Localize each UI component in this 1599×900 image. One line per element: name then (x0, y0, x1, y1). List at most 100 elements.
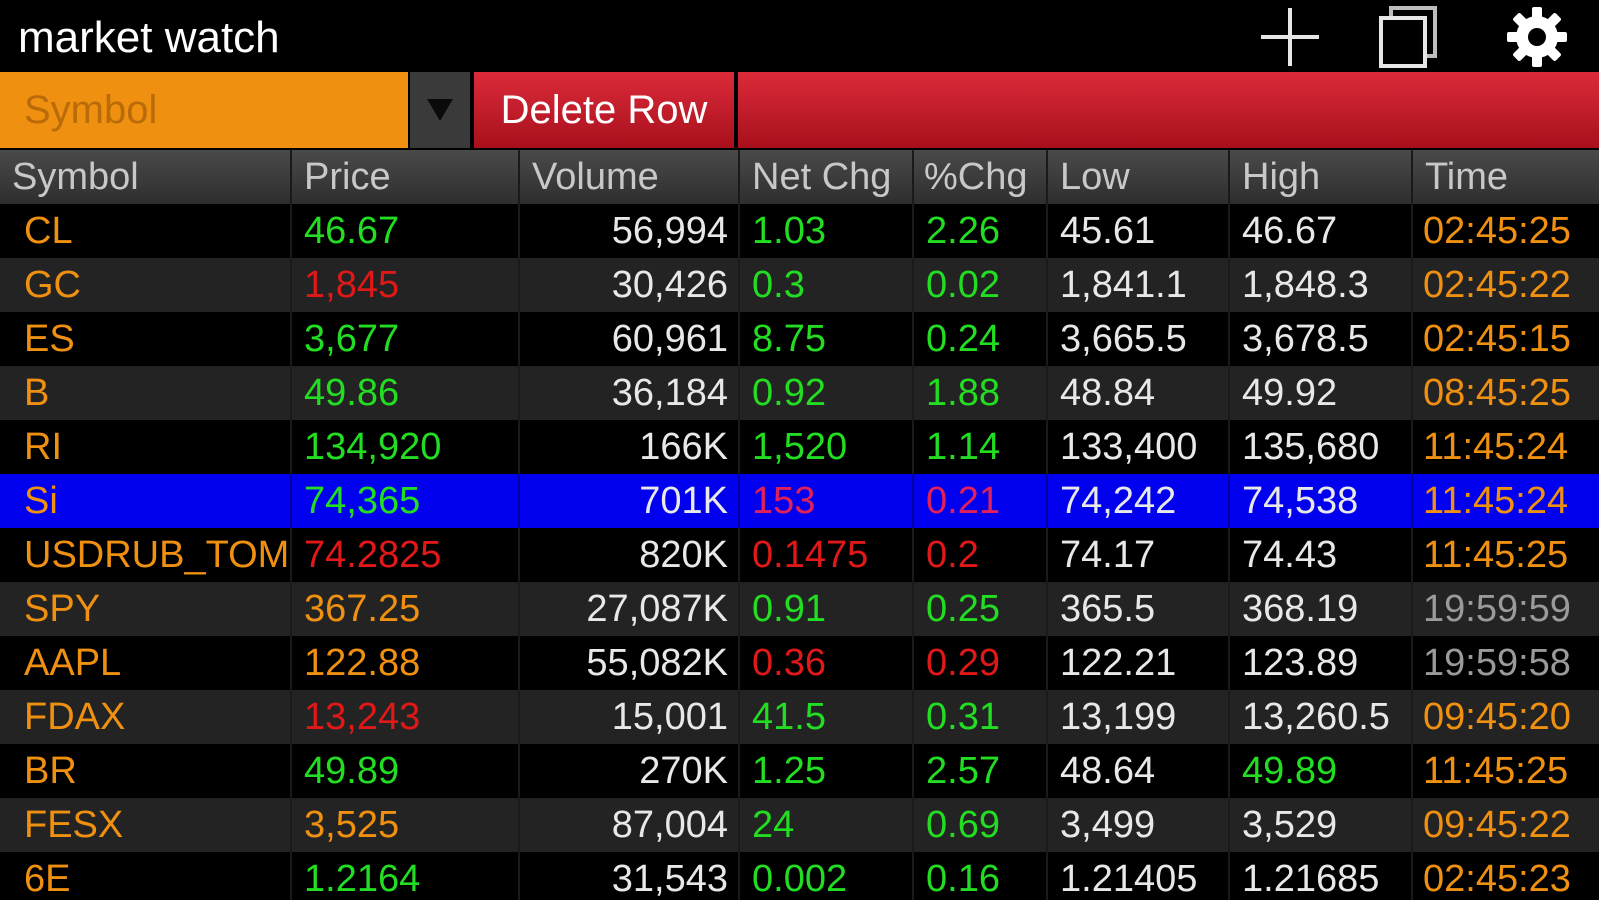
cell-symbol: RI (0, 420, 292, 474)
table-row[interactable]: SPY 367.25 27,087K 0.91 0.25 365.5 368.19 19:59… (0, 582, 1599, 636)
cell-price: 134,920 (292, 420, 520, 474)
cell-symbol: AAPL (0, 636, 292, 690)
cell-net-chg: 24 (740, 798, 914, 852)
cell-low: 133,400 (1048, 420, 1230, 474)
column-header-price[interactable]: Price (292, 150, 520, 204)
cell-volume: 270K (520, 744, 740, 798)
cell-low: 3,499 (1048, 798, 1230, 852)
cell-high: 74.43 (1230, 528, 1413, 582)
windows-icon[interactable] (1373, 4, 1443, 70)
cell-low: 122.21 (1048, 636, 1230, 690)
column-header-pct-chg[interactable]: %Chg (914, 150, 1048, 204)
column-header-time[interactable]: Time (1413, 150, 1599, 204)
table-row[interactable]: 6E 1.2164 31,543 0.002 0.16 1.21405 1.21685 02:… (0, 852, 1599, 900)
cell-volume: 60,961 (520, 312, 740, 366)
cell-volume: 166K (520, 420, 740, 474)
cell-pct-chg: 0.2 (914, 528, 1048, 582)
toolbar-bar (738, 72, 1599, 148)
cell-time: 19:59:58 (1423, 642, 1571, 684)
cell-net-chg: 8.75 (740, 312, 914, 366)
cell-high: 135,680 (1230, 420, 1413, 474)
cell-high: 49.89 (1230, 744, 1413, 798)
cell-price: 74.2825 (292, 528, 520, 582)
cell-pct-chg: 0.25 (914, 582, 1048, 636)
cell-volume: 27,087K (520, 582, 740, 636)
table-body: CL 46.67 56,994 1.03 2.26 45.61 46.67 02:45:25 G… (0, 204, 1599, 900)
plus-icon[interactable] (1255, 4, 1325, 70)
cell-time: 11:45:24 (1423, 426, 1569, 468)
triangle-down-icon (427, 99, 453, 121)
cell-net-chg: 1.25 (740, 744, 914, 798)
table-row[interactable]: CL 46.67 56,994 1.03 2.26 45.61 46.67 02:45:25 (0, 204, 1599, 258)
cell-time: 02:45:25 (1423, 210, 1571, 252)
cell-symbol: B (0, 366, 292, 420)
cell-low: 1.21405 (1048, 852, 1230, 900)
cell-symbol: FDAX (0, 690, 292, 744)
cell-net-chg: 0.92 (740, 366, 914, 420)
cell-low: 1,841.1 (1048, 258, 1230, 312)
cell-net-chg: 0.36 (740, 636, 914, 690)
cell-volume: 15,001 (520, 690, 740, 744)
cell-pct-chg: 1.14 (914, 420, 1048, 474)
cell-price: 367.25 (292, 582, 520, 636)
table-row[interactable]: USDRUB_TOM 74.2825 820K 0.1475 0.2 74.17 74.43… (0, 528, 1599, 582)
table-row-selected[interactable]: Si 74,365 701K 153 0.21 74,242 74,538 11:45:24 (0, 474, 1599, 528)
cell-price: 49.89 (292, 744, 520, 798)
cell-symbol: GC (0, 258, 292, 312)
quotes-table: Symbol Price Volume Net Chg %Chg Low Hig… (0, 150, 1599, 900)
cell-volume: 56,994 (520, 204, 740, 258)
cell-symbol: ES (0, 312, 292, 366)
table-row[interactable]: B 49.86 36,184 0.92 1.88 48.84 49.92 08:45:25 (0, 366, 1599, 420)
table-row[interactable]: FDAX 13,243 15,001 41.5 0.31 13,199 13,260.5 09… (0, 690, 1599, 744)
column-header-symbol[interactable]: Symbol (0, 150, 292, 204)
window-title: market watch (18, 13, 280, 62)
table-row[interactable]: BR 49.89 270K 1.25 2.57 48.64 49.89 11:45:25 (0, 744, 1599, 798)
table-row[interactable]: ES 3,677 60,961 8.75 0.24 3,665.5 3,678.5 02:45… (0, 312, 1599, 366)
table-row[interactable]: FESX 3,525 87,004 24 0.69 3,499 3,529 09:45:22 (0, 798, 1599, 852)
cell-time: 09:45:20 (1423, 696, 1571, 738)
column-header-low[interactable]: Low (1048, 150, 1230, 204)
cell-time: 11:45:25 (1423, 750, 1569, 792)
column-header-volume[interactable]: Volume (520, 150, 740, 204)
column-header-net-chg[interactable]: Net Chg (740, 150, 914, 204)
cell-low: 13,199 (1048, 690, 1230, 744)
cell-net-chg: 0.1475 (740, 528, 914, 582)
cell-net-chg: 1,520 (740, 420, 914, 474)
cell-volume: 36,184 (520, 366, 740, 420)
title-bar: market watch (0, 0, 1599, 72)
delete-row-button[interactable]: Delete Row (474, 72, 734, 148)
cell-low: 74.17 (1048, 528, 1230, 582)
cell-high: 1,848.3 (1230, 258, 1413, 312)
cell-pct-chg: 0.29 (914, 636, 1048, 690)
cell-low: 365.5 (1048, 582, 1230, 636)
cell-pct-chg: 2.26 (914, 204, 1048, 258)
cell-low: 74,242 (1048, 474, 1230, 528)
symbol-select[interactable]: Symbol (0, 72, 408, 148)
cell-pct-chg: 0.24 (914, 312, 1048, 366)
cell-symbol: CL (0, 204, 292, 258)
cell-high: 74,538 (1230, 474, 1413, 528)
cell-symbol: USDRUB_TOM (0, 528, 292, 582)
table-row[interactable]: RI 134,920 166K 1,520 1.14 133,400 135,680 11:4… (0, 420, 1599, 474)
toolbar: Symbol Delete Row (0, 72, 1599, 148)
table-row[interactable]: AAPL 122.88 55,082K 0.36 0.29 122.21 123.89 19:… (0, 636, 1599, 690)
cell-symbol: FESX (0, 798, 292, 852)
cell-high: 1.21685 (1230, 852, 1413, 900)
cell-symbol: 6E (0, 852, 292, 900)
cell-pct-chg: 0.31 (914, 690, 1048, 744)
cell-pct-chg: 2.57 (914, 744, 1048, 798)
cell-price: 3,525 (292, 798, 520, 852)
cell-time: 11:45:25 (1423, 534, 1569, 576)
cell-symbol: Si (0, 474, 292, 528)
cell-volume: 87,004 (520, 798, 740, 852)
cell-volume: 701K (520, 474, 740, 528)
cell-high: 46.67 (1230, 204, 1413, 258)
table-row[interactable]: GC 1,845 30,426 0.3 0.02 1,841.1 1,848.3 02:45:… (0, 258, 1599, 312)
cell-pct-chg: 1.88 (914, 366, 1048, 420)
column-header-high[interactable]: High (1230, 150, 1413, 204)
cell-net-chg: 41.5 (740, 690, 914, 744)
cell-time: 02:45:23 (1423, 858, 1571, 900)
gear-icon[interactable] (1502, 4, 1572, 70)
symbol-dropdown-button[interactable] (410, 72, 470, 148)
cell-net-chg: 0.3 (740, 258, 914, 312)
